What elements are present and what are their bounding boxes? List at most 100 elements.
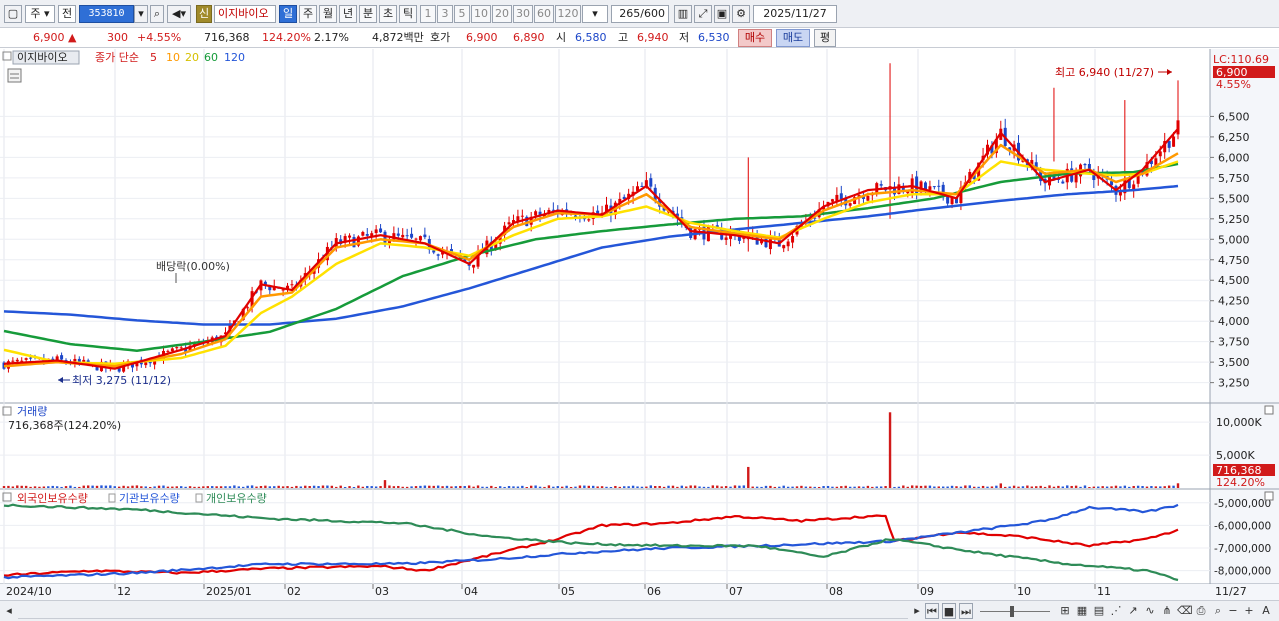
volume-bar [809,486,812,488]
volume-bar [16,485,19,488]
period-tab-minute[interactable]: 분 [359,5,377,23]
wave-icon[interactable]: ∿ [1143,603,1157,619]
interval-30[interactable]: 30 [513,5,533,23]
volume-bar [494,486,497,488]
volume-bar [131,485,134,488]
speaker-icon[interactable]: ◀▾ [167,5,191,23]
volume-bar [1141,486,1144,488]
zoom-slider[interactable] [980,603,1050,619]
candle-body [1061,181,1065,184]
volume-title: 거래량 [17,405,47,418]
volume-bar [702,486,706,488]
table-icon[interactable]: ▦ [1075,603,1089,619]
date-field[interactable]: 2025/11/27 [753,5,837,23]
eraser-icon[interactable]: ⌫ [1177,603,1193,619]
chart-area: 2024/10 12 2025/01 02 03 04 05 06 07 08 09 10 11 11/2… [0,49,1279,600]
volume-bar [791,486,794,488]
volume-bar [388,485,391,488]
volume-bar [955,486,958,488]
code-dropdown-icon[interactable]: ▾ [134,5,148,23]
scroll-right-icon[interactable]: ▸ [911,603,923,619]
grid-icon[interactable]: ▤ [1092,603,1106,619]
stock-code-input[interactable]: 353810 [79,5,134,23]
period-tab-month[interactable]: 월 [319,5,337,23]
volume-bar [228,486,232,488]
zoom-icon[interactable]: ⌕ [1211,603,1225,619]
zoom-in-icon[interactable]: + [1243,603,1255,619]
volume-bar [547,485,551,488]
eval-button[interactable]: 평 [814,29,836,47]
save-icon[interactable]: ▣ [714,5,730,23]
chart-type-icon[interactable]: ▥ [674,5,692,23]
volume-bar [237,486,240,488]
stop-icon[interactable]: ■ [942,603,956,619]
volume-tick-label: 10,000K [1216,416,1262,429]
volume-bar [990,486,994,488]
volume-bar [645,486,648,488]
crosshair-icon[interactable]: ⊞ [1058,603,1072,619]
interval-20[interactable]: 20 [492,5,512,23]
volume-bar [38,486,41,488]
high-label: 고 [618,31,629,44]
sell-button[interactable]: 매도 [776,29,810,47]
candle-body [144,362,148,366]
font-size-icon[interactable]: A [1259,603,1273,619]
volume-bar [78,486,81,488]
interval-60[interactable]: 60 [534,5,554,23]
interval-10[interactable]: 10 [471,5,491,23]
volume-bar [281,486,285,488]
volume-bar [1167,485,1171,488]
period-tab-tick[interactable]: 틱 [399,5,417,23]
period-tab-week[interactable]: 주 [299,5,317,23]
volume-bar [1123,485,1127,488]
first-page-icon[interactable]: ⏮ [925,603,939,619]
volume-bar [472,486,475,488]
x-tick-label: 2025/01 [206,585,252,598]
pattern-icon[interactable]: ⋰ [1109,603,1123,619]
scroll-left-icon[interactable]: ◂ [3,603,15,619]
volume-bar [1057,485,1060,488]
gear-icon[interactable]: ⚙ [732,5,750,23]
search-icon[interactable]: ⌕ [150,5,164,23]
volume-bar [428,485,431,488]
chart-svg[interactable]: 2024/10 12 2025/01 02 03 04 05 06 07 08 09 10 11 11/2… [0,49,1279,600]
price-tick-label: 5,750 [1218,172,1250,185]
zoom-out-icon[interactable]: − [1227,603,1239,619]
trend-icon[interactable]: ↗ [1126,603,1140,619]
volume-bar [126,486,130,488]
print-icon[interactable]: ⎙ [1194,603,1208,619]
fork-icon[interactable]: ⋔ [1160,603,1174,619]
calendar-icon[interactable] [7,68,22,83]
market-select[interactable]: 주 ▾ [25,5,55,23]
zoom-slider-thumb[interactable] [1010,606,1014,617]
volume-bar [614,485,617,488]
interval-3[interactable]: 3 [437,5,453,23]
volume-panel-close-icon[interactable] [1264,405,1274,415]
draw-line-icon[interactable]: ⤢ [694,5,712,23]
last-page-icon[interactable]: ⏭ [959,603,973,619]
volume-bar [166,486,170,488]
volume-bar [667,485,670,488]
price-tick-label: 3,500 [1218,356,1250,369]
volume-bar [379,486,382,488]
volume-bar [946,486,949,488]
candle-body [11,360,15,362]
holding-panel-close-icon[interactable] [1264,491,1274,501]
period-tab-second[interactable]: 초 [379,5,397,23]
low-label: 저 [679,31,690,44]
window-menu-icon[interactable]: ▢ [4,5,22,23]
buy-button[interactable]: 매수 [738,29,772,47]
interval-dropdown[interactable]: ▾ [582,5,608,23]
interval-5[interactable]: 5 [454,5,470,23]
scroll-track[interactable] [18,603,908,619]
volume-bar [1083,485,1087,488]
interval-120[interactable]: 120 [555,5,581,23]
period-tab-day[interactable]: 일 [279,5,297,23]
count-field[interactable]: 265/600 [611,5,669,23]
period-tab-year[interactable]: 년 [339,5,357,23]
candle-body [175,347,179,349]
prev-label[interactable]: 전 [58,5,76,23]
interval-1[interactable]: 1 [420,5,436,23]
volume-bar [654,485,657,488]
volume-bar [1004,486,1007,488]
